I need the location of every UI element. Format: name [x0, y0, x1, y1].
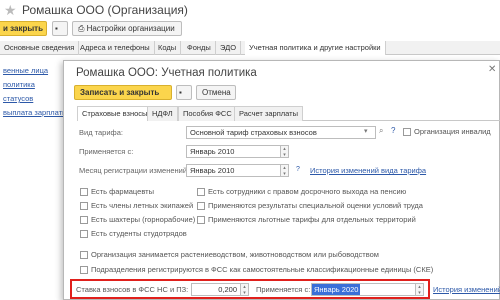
territory-tariff-checkbox[interactable]	[197, 216, 205, 224]
tab-insurance[interactable]: Страховые взносы	[77, 106, 153, 121]
sidebar-link-payroll[interactable]: выплата зарплаты	[3, 108, 67, 117]
students-label: Есть студенты студотрядов	[91, 229, 187, 238]
tab-ndfl[interactable]: НДФЛ	[147, 106, 178, 121]
tariff-label: Вид тарифа:	[79, 128, 123, 137]
tab-payroll[interactable]: Расчет зарплаты	[234, 106, 303, 121]
org-settings-label: Настройки организации	[86, 24, 175, 33]
month-reg-stepper[interactable]: ▴ ▾	[281, 164, 289, 177]
early-pension-label: Есть сотрудники с правом досрочного выхо…	[208, 187, 407, 196]
invalid-org-label: Организация инвалид	[414, 127, 491, 136]
tab-codes[interactable]: Коды	[154, 41, 182, 55]
close-icon[interactable]: ✕	[488, 64, 496, 75]
pharmacists-label: Есть фармацевты	[91, 187, 154, 196]
rate-applies-label: Применяется с:	[256, 285, 311, 294]
applies-from-input[interactable]: Январь 2010	[186, 145, 281, 158]
fss-units-checkbox[interactable]	[80, 266, 88, 274]
tab-fss-benefits[interactable]: Пособия ФСС	[178, 106, 237, 121]
agri-label: Организация занимается растениеводством,…	[91, 250, 379, 259]
flight-crew-label: Есть члены летных экипажей	[91, 201, 194, 210]
floppy-icon: ▪	[55, 24, 58, 33]
org-settings-button[interactable]: ⎙ Настройки организации	[72, 21, 182, 36]
miners-checkbox[interactable]	[80, 216, 88, 224]
save-button[interactable]: ▪	[52, 21, 68, 36]
month-reg-input[interactable]: Январь 2010	[186, 164, 281, 177]
help-icon[interactable]: ?	[296, 166, 300, 173]
pharmacists-checkbox[interactable]	[80, 188, 88, 196]
special-assessment-checkbox[interactable]	[197, 202, 205, 210]
applies-from-label: Применяется с:	[79, 147, 134, 156]
tariff-select[interactable]: Основной тариф страховых взносов	[186, 126, 376, 139]
dialog-tabs: Страховые взносы НДФЛ Пособия ФСС Расчет…	[77, 106, 500, 121]
rate-applies-value: Январь 2020	[312, 284, 361, 295]
write-close-button[interactable]: и закрыть	[0, 21, 47, 36]
rate-applies-stepper[interactable]: ▴ ▾	[416, 283, 424, 296]
dialog-save-button[interactable]: ▪	[176, 85, 192, 100]
month-reg-label: Месяц регистрации изменений:	[79, 166, 190, 175]
rate-history-link[interactable]: История изменений	[433, 285, 500, 294]
students-checkbox[interactable]	[80, 230, 88, 238]
tab-funds[interactable]: Фонды	[183, 41, 216, 55]
tab-basic[interactable]: Основные сведения	[0, 41, 80, 55]
search-icon[interactable]: ⌕	[379, 126, 383, 136]
main-toolbar: и закрыть ▪ ⎙ Настройки организации	[0, 16, 500, 38]
sidebar-link-responsible[interactable]: венные лица	[3, 66, 48, 75]
sidebar-link-policy[interactable]: политика	[3, 80, 35, 89]
agri-checkbox[interactable]	[80, 251, 88, 259]
sidebar-link-statuses[interactable]: статусов	[3, 94, 33, 103]
help-icon[interactable]: ?	[391, 126, 395, 135]
rate-stepper[interactable]: ▴ ▾	[241, 283, 249, 296]
dialog-title: Ромашка ООО: Учетная политика	[76, 67, 257, 79]
flight-crew-checkbox[interactable]	[80, 202, 88, 210]
rate-applies-input[interactable]: Январь 2020	[311, 283, 416, 296]
dialog-cancel-button[interactable]: Отмена	[196, 85, 236, 100]
fss-units-label: Подразделения регистрируются в ФСС как с…	[91, 265, 434, 274]
tab-accounting-policy[interactable]: Учетная политика и другие настройки	[245, 41, 386, 55]
main-tabs: Основные сведения Адреса и телефоны Коды…	[0, 41, 500, 55]
tab-edo[interactable]: ЭДО	[216, 41, 242, 55]
window-title: Ромашка ООО (Организация)	[22, 3, 188, 17]
special-assessment-label: Применяются результаты специальной оценк…	[208, 201, 423, 210]
printer-icon: ⎙	[78, 24, 87, 33]
rate-label: Ставка взносов в ФСС НС и ПЗ:	[76, 285, 189, 294]
applies-from-stepper[interactable]: ▴ ▾	[281, 145, 289, 158]
tab-addresses[interactable]: Адреса и телефоны	[76, 41, 155, 55]
miners-label: Есть шахтеры (горнорабочие)	[91, 215, 196, 224]
rate-input[interactable]: 0,200	[191, 283, 241, 296]
chevron-down-icon[interactable]: ▾	[364, 127, 368, 135]
territory-tariff-label: Применяются льготные тарифы для отдельны…	[208, 215, 416, 224]
dialog-write-close-button[interactable]: Записать и закрыть	[74, 85, 172, 100]
invalid-org-checkbox[interactable]	[403, 128, 411, 136]
floppy-icon: ▪	[179, 88, 182, 97]
early-pension-checkbox[interactable]	[197, 188, 205, 196]
tariff-history-link[interactable]: История изменений вида тарифа	[310, 166, 426, 175]
